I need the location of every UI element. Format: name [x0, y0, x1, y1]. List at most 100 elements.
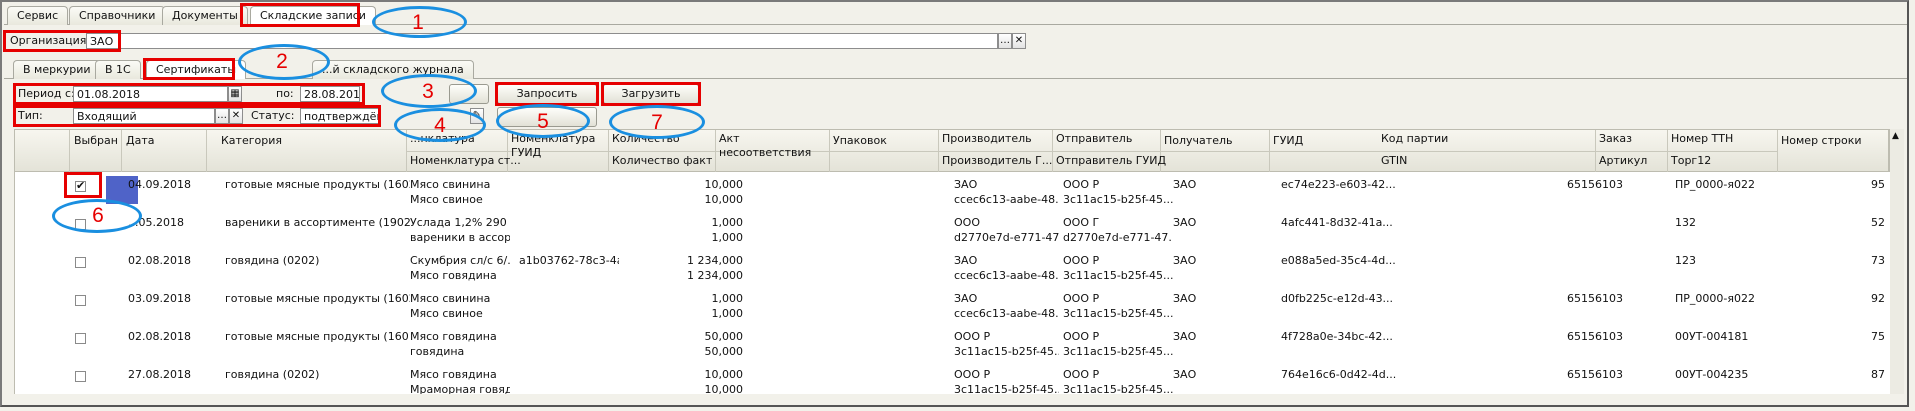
cell-qty[interactable]: 10,000	[615, 178, 744, 192]
cell-receiver[interactable]: ЗАО	[1173, 216, 1233, 230]
cell-nom[interactable]: Мясо говядина	[410, 330, 510, 344]
cell-nom[interactable]: Услада 1,2% 290 ...	[410, 216, 510, 230]
cell-sender2[interactable]: 3c11ac15-b25f-45...	[1063, 307, 1173, 321]
cell-receiver[interactable]: ЗАО	[1173, 368, 1233, 382]
cell-category[interactable]: готовые мясные продукты (1602)	[225, 178, 410, 192]
cell-guid[interactable]: 4afc441-8d32-41a...	[1281, 216, 1396, 230]
cell-guid[interactable]: e088a5ed-35c4-4d...	[1281, 254, 1396, 268]
col-line-number[interactable]: Номер строки	[1781, 134, 1862, 148]
cell-receiver[interactable]: ЗАО	[1173, 292, 1233, 306]
cell-sender2[interactable]: 3c11ac15-b25f-45...	[1063, 269, 1173, 283]
cell-nom2[interactable]: говядина	[410, 345, 510, 359]
cell-producer[interactable]: ООО Р	[954, 368, 1059, 382]
col-category[interactable]: Категория	[221, 134, 282, 148]
cell-nom2[interactable]: вареники в ассор...	[410, 231, 510, 245]
row-checkbox[interactable]	[75, 371, 86, 382]
cell-date[interactable]: 27.08.2018	[128, 368, 208, 382]
cell-nom2[interactable]: Мясо свиное	[410, 193, 510, 207]
cell-producer[interactable]: ЗАО	[954, 178, 1059, 192]
cell-nom[interactable]: Мясо свинина	[410, 178, 510, 192]
cell-category[interactable]: готовые мясные продукты (1601)	[225, 330, 410, 344]
cell-producer[interactable]: ООО Р	[954, 330, 1059, 344]
cell-line[interactable]: 75	[1835, 330, 1885, 344]
cell-nom[interactable]: Мясо свинина	[410, 292, 510, 306]
cell-line[interactable]: 92	[1835, 292, 1885, 306]
col-sender-guid[interactable]: Отправитель ГУИД	[1056, 154, 1166, 168]
cell-producer[interactable]: ООО	[954, 216, 1059, 230]
row-checkbox[interactable]	[75, 295, 86, 306]
col-act[interactable]: Акт	[719, 132, 740, 146]
cell-receiver[interactable]: ЗАО	[1173, 178, 1233, 192]
cell-date[interactable]: 04.09.2018	[128, 178, 208, 192]
cell-guid[interactable]: 4f728a0e-34bc-42...	[1281, 330, 1396, 344]
cell-sender2[interactable]: 3c11ac15-b25f-45...	[1063, 383, 1173, 394]
cell-guid[interactable]: ec74e223-e603-42...	[1281, 178, 1396, 192]
col-date[interactable]: Дата	[126, 134, 154, 148]
cell-order[interactable]: 65156103	[1567, 178, 1637, 192]
cell-ttn[interactable]: 132	[1675, 216, 1775, 230]
col-producer[interactable]: Производитель	[942, 132, 1032, 146]
cell-category[interactable]: говядина (0202)	[225, 368, 410, 382]
cell-qty[interactable]: 1,000	[615, 216, 744, 230]
cell-qty[interactable]: 50,000	[615, 330, 744, 344]
col-torg12[interactable]: Торг12	[1671, 154, 1711, 168]
cell-sender[interactable]: ООО Г	[1063, 216, 1173, 230]
col-order[interactable]: Заказ	[1599, 132, 1632, 146]
cell-nom2[interactable]: Мраморная говяд...	[410, 383, 510, 394]
row-checkbox[interactable]	[75, 333, 86, 344]
cell-nom[interactable]: Скумбрия сл/с 6/...	[410, 254, 510, 268]
cell-line[interactable]: 87	[1835, 368, 1885, 382]
org-select-button[interactable]: …	[998, 33, 1012, 49]
cell-producer[interactable]: ЗАО	[954, 254, 1059, 268]
cell-ttn[interactable]: ПР_0000-я022	[1675, 178, 1775, 192]
cell-ttn[interactable]: ПР_0000-я022	[1675, 292, 1775, 306]
cell-qty2[interactable]: 1,000	[615, 307, 744, 321]
cell-producer2[interactable]: ccec6c13-aabe-48...	[954, 193, 1059, 207]
cell-qty2[interactable]: 1,000	[615, 231, 744, 245]
cell-qty[interactable]: 10,000	[615, 368, 744, 382]
cell-producer[interactable]: ЗАО	[954, 292, 1059, 306]
tab-in-1c[interactable]: В 1С	[95, 60, 141, 79]
cell-ttn[interactable]: 00УТ-004235	[1675, 368, 1775, 382]
col-sender[interactable]: Отправитель	[1056, 132, 1132, 146]
col-packages[interactable]: Упаковок	[833, 134, 887, 148]
cell-category[interactable]: вареники в ассортименте (1902)	[225, 216, 410, 230]
cell-date[interactable]: 02.08.2018	[128, 330, 208, 344]
tab-service[interactable]: Сервис	[7, 6, 69, 25]
cell-producer2[interactable]: ccec6c13-aabe-48...	[954, 269, 1059, 283]
col-gtin[interactable]: GTIN	[1381, 154, 1407, 168]
cell-qty2[interactable]: 10,000	[615, 193, 744, 207]
cell-producer2[interactable]: ccec6c13-aabe-48...	[954, 307, 1059, 321]
col-quantity-fact[interactable]: Количество факт	[612, 154, 712, 168]
col-guid[interactable]: ГУИД	[1273, 134, 1303, 148]
cell-guid[interactable]: d0fb225c-e12d-43...	[1281, 292, 1396, 306]
cell-qty[interactable]: 1 234,000	[615, 254, 743, 268]
cell-line[interactable]: 73	[1835, 254, 1885, 268]
col-receiver[interactable]: Получатель	[1164, 134, 1232, 148]
cell-date[interactable]: 03.09.2018	[128, 292, 208, 306]
cell-sender[interactable]: ООО Р	[1063, 330, 1173, 344]
org-input[interactable]: ЗАО	[86, 33, 998, 49]
col-nomenclature-guid-sub[interactable]: ГУИД	[511, 146, 541, 160]
tab-documents[interactable]: Документы	[162, 6, 248, 25]
col-selected[interactable]: Выбран	[74, 134, 118, 148]
cell-guid-nom[interactable]: a1b03762-78c3-4a...	[519, 254, 619, 268]
col-act-sub[interactable]: несоответствия	[719, 146, 811, 160]
cell-sender[interactable]: ООО Р	[1063, 178, 1173, 192]
cell-producer2[interactable]: 3c11ac15-b25f-45...	[954, 345, 1059, 359]
col-ttn[interactable]: Номер ТТН	[1671, 132, 1733, 146]
cell-nom2[interactable]: Мясо говядина	[410, 269, 510, 283]
cell-sender2[interactable]: 3c11ac15-b25f-45...	[1063, 345, 1173, 359]
cell-qty2[interactable]: 10,000	[615, 383, 744, 394]
cell-line[interactable]: 52	[1835, 216, 1885, 230]
cell-sender[interactable]: ООО Р	[1063, 368, 1173, 382]
col-producer-guid[interactable]: Производитель Г...	[942, 154, 1052, 168]
cell-sender[interactable]: ООО Р	[1063, 292, 1173, 306]
cell-guid[interactable]: 764e16c6-0d42-4d...	[1281, 368, 1396, 382]
cell-producer2[interactable]: 3c11ac15-b25f-45...	[954, 383, 1059, 394]
cell-sender2[interactable]: d2770e7d-e771-47...	[1063, 231, 1173, 245]
org-clear-button[interactable]: ✕	[1012, 33, 1026, 49]
tab-directories[interactable]: Справочники	[69, 6, 166, 25]
cell-qty[interactable]: 1,000	[615, 292, 744, 306]
cell-qty2[interactable]: 50,000	[615, 345, 744, 359]
